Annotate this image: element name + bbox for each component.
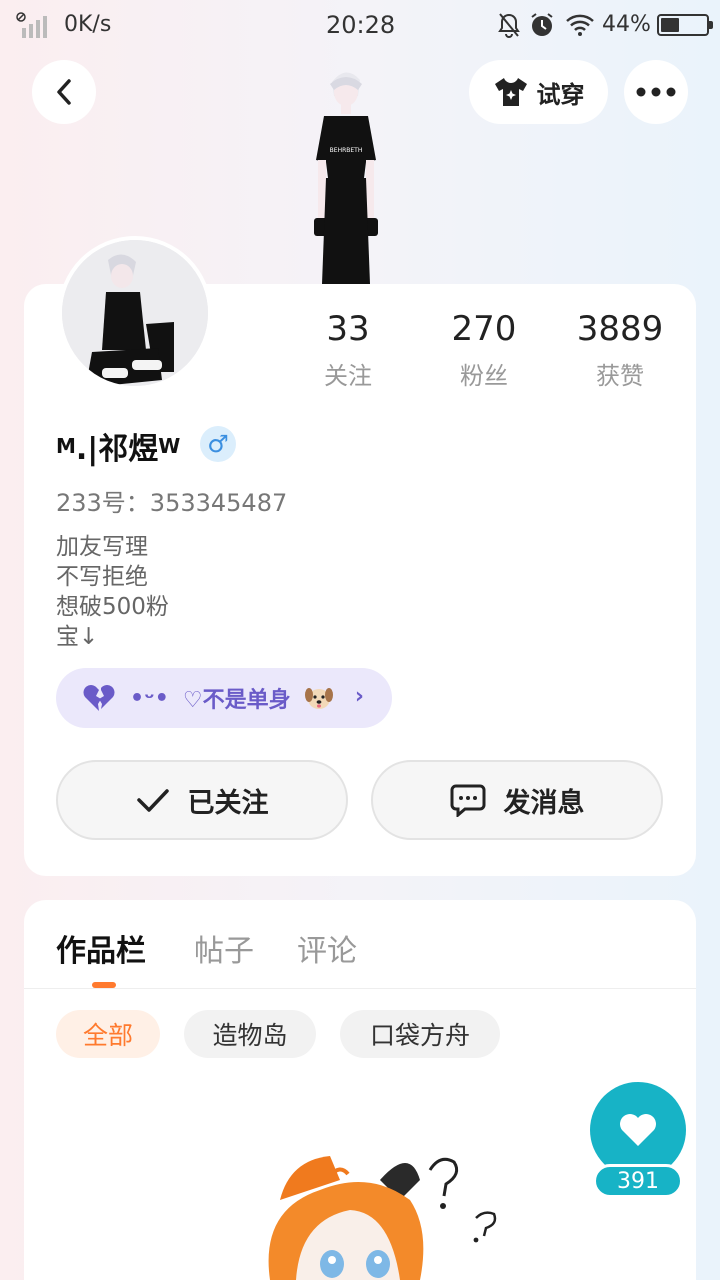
check-icon bbox=[136, 789, 169, 812]
wifi-icon bbox=[566, 14, 594, 36]
stat-likes[interactable]: 3889 获赞 bbox=[560, 308, 680, 391]
followed-button[interactable]: 已关注 bbox=[56, 760, 348, 840]
likes-count: 3889 bbox=[576, 309, 664, 349]
clock: 20:28 bbox=[326, 11, 396, 39]
avatar[interactable] bbox=[58, 236, 212, 390]
battery-percent: 44% bbox=[602, 12, 651, 37]
gender-male-icon: ♂ bbox=[200, 426, 236, 462]
username-suffix: W bbox=[158, 434, 181, 458]
bio: 加友写理 不写拒绝 想破500粉 宝↓ bbox=[56, 532, 169, 652]
username-main: .|祁煜 bbox=[75, 432, 159, 467]
broken-heart-icon bbox=[83, 685, 115, 711]
stat-followers[interactable]: 270 粉丝 bbox=[424, 308, 544, 391]
bio-line: 加友写理 bbox=[56, 534, 148, 560]
stat-following[interactable]: 33 关注 bbox=[288, 308, 408, 391]
like-count-badge: 391 bbox=[593, 1164, 683, 1198]
username: M .|祁煜 W bbox=[56, 424, 180, 468]
bio-line: 宝↓ bbox=[56, 624, 99, 650]
bio-line: 想破500粉 bbox=[56, 594, 169, 620]
heart-icon bbox=[620, 1114, 656, 1146]
battery-icon bbox=[657, 14, 713, 36]
following-count: 33 bbox=[326, 309, 370, 349]
username-prefix: M bbox=[56, 434, 76, 458]
followers-count: 270 bbox=[451, 309, 517, 349]
net-speed: 0K/s bbox=[64, 12, 112, 37]
tab-divider bbox=[24, 988, 696, 989]
following-label: 关注 bbox=[324, 362, 372, 390]
status-bar: 0K/s 20:28 44% bbox=[0, 0, 720, 50]
try-on-button[interactable]: 试穿 bbox=[469, 60, 608, 124]
more-button[interactable] bbox=[624, 60, 688, 124]
tab-comments[interactable]: 评论 bbox=[297, 926, 357, 970]
svg-text:BEHRBETH: BEHRBETH bbox=[330, 147, 363, 154]
filter-pocket-ark[interactable]: 口袋方舟 bbox=[340, 1010, 500, 1058]
relation-badge[interactable]: •ᵕ• ♡不是单身 › bbox=[56, 668, 392, 728]
empty-state-mascot-image bbox=[268, 1156, 497, 1280]
tab-works[interactable]: 作品栏 bbox=[56, 926, 146, 970]
filter-all[interactable]: 全部 bbox=[56, 1010, 160, 1058]
tab-posts[interactable]: 帖子 bbox=[194, 926, 254, 970]
dog-face-icon bbox=[304, 688, 333, 709]
relation-text: ♡不是单身 bbox=[182, 688, 291, 713]
back-button[interactable] bbox=[32, 60, 96, 124]
relation-face: •ᵕ• bbox=[130, 685, 169, 711]
followed-label: 已关注 bbox=[187, 787, 269, 819]
send-message-label: 发消息 bbox=[503, 787, 585, 819]
avatar-image bbox=[62, 240, 208, 386]
likes-label: 获赞 bbox=[596, 362, 644, 390]
followers-label: 粉丝 bbox=[460, 362, 508, 390]
bio-line: 不写拒绝 bbox=[56, 564, 148, 590]
alarm-icon bbox=[531, 13, 553, 36]
character-figure-image: BEHRBETH bbox=[314, 72, 378, 284]
filter-island[interactable]: 造物岛 bbox=[184, 1010, 316, 1058]
tshirt-icon bbox=[494, 78, 527, 106]
chat-bubble-icon bbox=[450, 784, 485, 817]
user-id: 233号：353345487 bbox=[56, 489, 288, 517]
chevron-right-icon: › bbox=[354, 684, 364, 709]
more-dots-icon bbox=[636, 87, 676, 97]
mute-icon bbox=[498, 13, 520, 38]
chevron-left-icon bbox=[57, 79, 71, 105]
try-on-label: 试穿 bbox=[536, 80, 585, 109]
send-message-button[interactable]: 发消息 bbox=[371, 760, 663, 840]
signal-icon bbox=[16, 12, 47, 38]
